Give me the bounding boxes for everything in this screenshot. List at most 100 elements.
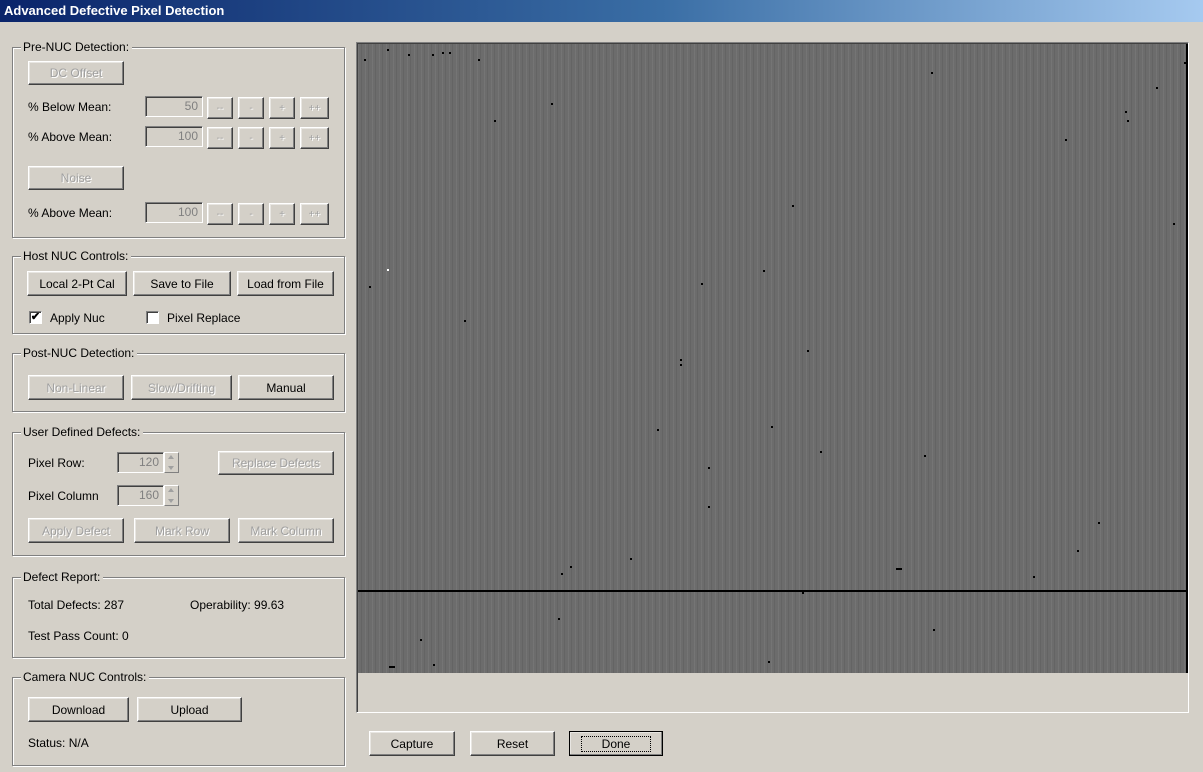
pixel-row-spinner[interactable] bbox=[164, 452, 179, 473]
pixel-row-label: Pixel Row: bbox=[28, 456, 85, 470]
defect-pixel bbox=[924, 455, 926, 457]
done-button-label: Done bbox=[580, 735, 652, 752]
defect-pixel bbox=[494, 120, 496, 122]
pixel-column-spinner[interactable] bbox=[164, 485, 179, 506]
pre-nuc-title: Pre-NUC Detection: bbox=[21, 40, 133, 55]
defect-pixel bbox=[792, 205, 794, 207]
spin-up-icon bbox=[168, 455, 174, 459]
host-nuc-title: Host NUC Controls: bbox=[21, 249, 132, 264]
done-button[interactable]: Done bbox=[569, 731, 663, 756]
mark-row-button[interactable]: Mark Row bbox=[134, 518, 230, 543]
upload-button[interactable]: Upload bbox=[137, 697, 242, 722]
image-viewer[interactable] bbox=[356, 42, 1189, 713]
below-mean-field[interactable]: 50 bbox=[145, 96, 203, 117]
defect-pixel bbox=[364, 59, 366, 61]
defect-pixel bbox=[933, 629, 935, 631]
user-defects-title: User Defined Defects: bbox=[21, 425, 144, 440]
bright-pixel bbox=[387, 269, 389, 271]
camera-nuc-title: Camera NUC Controls: bbox=[21, 670, 150, 685]
spin-down-icon bbox=[168, 466, 174, 470]
defect-pixel bbox=[680, 364, 682, 366]
defect-pixel bbox=[442, 52, 444, 54]
defect-pixel bbox=[701, 283, 703, 285]
defect-pixel bbox=[369, 286, 371, 288]
noise-dec-large-button[interactable]: -- bbox=[207, 203, 233, 225]
above-mean-inc-button[interactable]: + bbox=[269, 127, 295, 149]
pixel-replace-label: Pixel Replace bbox=[167, 311, 241, 325]
above-mean-dec-large-button[interactable]: -- bbox=[207, 127, 233, 149]
reset-button[interactable]: Reset bbox=[470, 731, 555, 756]
local-2pt-cal-button[interactable]: Local 2-Pt Cal bbox=[27, 271, 127, 296]
below-mean-dec-large-button[interactable]: -- bbox=[207, 97, 233, 119]
camera-status-text: Status: N/A bbox=[28, 736, 89, 750]
defect-pixel bbox=[478, 59, 480, 61]
defect-pixel bbox=[802, 592, 804, 594]
dc-offset-button[interactable]: DC Offset bbox=[28, 61, 124, 85]
load-from-file-button[interactable]: Load from File bbox=[237, 271, 334, 296]
defect-pixel bbox=[464, 320, 466, 322]
defect-pixel bbox=[771, 426, 773, 428]
spin-down-icon bbox=[168, 499, 174, 503]
defect-pixel bbox=[408, 54, 410, 56]
defect-pixel bbox=[1098, 522, 1100, 524]
defect-pixel bbox=[1065, 139, 1067, 141]
defect-report-group: Defect Report: bbox=[12, 570, 345, 658]
mark-column-button[interactable]: Mark Column bbox=[238, 518, 334, 543]
defect-pixel bbox=[1033, 576, 1035, 578]
defect-pixel bbox=[896, 568, 902, 570]
test-pass-count-text: Test Pass Count: 0 bbox=[28, 629, 129, 643]
defect-pixel bbox=[558, 618, 560, 620]
above-mean-dec-button[interactable]: - bbox=[238, 127, 264, 149]
defect-pixel bbox=[432, 54, 434, 56]
manual-button[interactable]: Manual bbox=[238, 375, 334, 400]
below-mean-inc-large-button[interactable]: ++ bbox=[300, 97, 329, 119]
replace-defects-button[interactable]: Replace Defects bbox=[218, 451, 334, 475]
save-to-file-button[interactable]: Save to File bbox=[133, 271, 231, 296]
total-defects-text: Total Defects: 287 bbox=[28, 598, 125, 612]
pixel-replace-checkbox[interactable] bbox=[146, 311, 159, 324]
defect-pixel bbox=[1125, 111, 1127, 113]
defect-pixel bbox=[433, 664, 435, 666]
non-linear-button[interactable]: Non-Linear bbox=[28, 375, 124, 400]
post-nuc-title: Post-NUC Detection: bbox=[21, 346, 138, 361]
above-mean-inc-large-button[interactable]: ++ bbox=[300, 127, 329, 149]
download-button[interactable]: Download bbox=[28, 697, 129, 722]
pixel-row-field[interactable]: 120 bbox=[117, 452, 164, 473]
noise-dec-button[interactable]: - bbox=[238, 203, 264, 225]
below-mean-inc-button[interactable]: + bbox=[269, 97, 295, 119]
below-mean-label: % Below Mean: bbox=[28, 100, 112, 114]
operability-text: Operability: 99.63 bbox=[190, 598, 285, 612]
sensor-frame-image[interactable] bbox=[358, 44, 1188, 673]
defect-pixel bbox=[931, 72, 933, 74]
noise-button[interactable]: Noise bbox=[28, 166, 124, 190]
marked-column-line bbox=[1186, 44, 1188, 673]
defect-pixel bbox=[1173, 223, 1175, 225]
defect-pixel bbox=[387, 49, 389, 51]
defect-pixel bbox=[561, 573, 563, 575]
above-mean-field[interactable]: 100 bbox=[145, 126, 203, 147]
noise-above-mean-label: % Above Mean: bbox=[28, 206, 113, 220]
defect-pixel bbox=[1077, 550, 1079, 552]
defect-pixel bbox=[820, 451, 822, 453]
defect-pixel bbox=[768, 661, 770, 663]
capture-button[interactable]: Capture bbox=[369, 731, 455, 756]
spin-up-icon bbox=[168, 488, 174, 492]
defect-pixel bbox=[570, 566, 572, 568]
defect-pixel bbox=[1127, 120, 1129, 122]
noise-inc-button[interactable]: + bbox=[269, 203, 295, 225]
pixel-column-label: Pixel Column bbox=[28, 489, 99, 503]
defect-pixel bbox=[551, 103, 553, 105]
defect-pixel bbox=[680, 359, 682, 361]
defect-pixel bbox=[389, 666, 395, 668]
apply-nuc-label: Apply Nuc bbox=[50, 311, 105, 325]
defect-pixel bbox=[708, 467, 710, 469]
below-mean-dec-button[interactable]: - bbox=[238, 97, 264, 119]
apply-nuc-checkbox[interactable]: ✔ bbox=[29, 311, 42, 324]
defect-pixel bbox=[449, 52, 451, 54]
window-title: Advanced Defective Pixel Detection bbox=[0, 0, 1203, 22]
apply-defect-button[interactable]: Apply Defect bbox=[28, 518, 124, 543]
noise-above-mean-field[interactable]: 100 bbox=[145, 202, 203, 223]
slow-drifting-button[interactable]: Slow/Drifting bbox=[131, 375, 232, 400]
pixel-column-field[interactable]: 160 bbox=[117, 485, 164, 506]
noise-inc-large-button[interactable]: ++ bbox=[300, 203, 329, 225]
